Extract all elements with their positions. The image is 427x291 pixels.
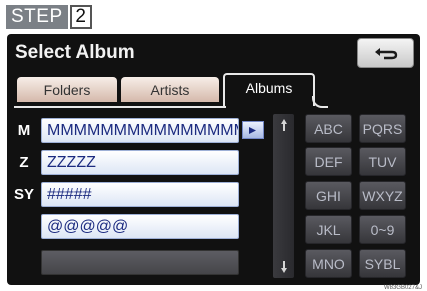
play-arrow-icon [249,126,256,134]
index-letter-z: Z [19,154,29,171]
album-item-3[interactable]: ##### [41,182,239,207]
chevron-down-icon [280,261,287,273]
image-code-watermark: W83GB027&J [381,285,424,291]
tab-divider [14,106,226,108]
step-label: STEP 2 [6,4,92,30]
album-detail-button[interactable] [242,121,264,139]
tab-albums[interactable]: Albums [223,73,315,106]
key-def[interactable]: DEF [305,147,352,176]
step-word: STEP [6,5,68,29]
tab-artists[interactable]: Artists [121,77,219,102]
key-ghi[interactable]: GHI [305,181,352,210]
scroll-down-button[interactable] [273,256,294,278]
key-tuv[interactable]: TUV [359,147,406,176]
index-letter-m: M [17,122,31,139]
album-item-2[interactable]: ZZZZZ [41,150,239,175]
list-scrollbar[interactable] [273,114,294,278]
key-jkl[interactable]: JKL [305,215,352,244]
screen-title: Select Album [15,42,135,63]
album-item-1[interactable]: MMMMMMMMMMMMMMM [41,118,239,143]
step-number: 2 [69,5,92,29]
key-wxyz[interactable]: WXYZ [359,181,406,210]
key-0-9[interactable]: 0~9 [359,215,406,244]
key-mno[interactable]: MNO [305,249,352,278]
scroll-up-button[interactable] [273,114,294,136]
key-pqrs[interactable]: PQRS [359,114,406,143]
tab-folders-label: Folders [43,81,91,98]
tab-albums-corner [312,96,328,108]
back-button[interactable] [357,38,414,68]
return-arrow-icon [374,48,397,60]
album-item-4[interactable]: @@@@@ [41,214,239,239]
tab-folders[interactable]: Folders [17,77,117,102]
navigation-screen: Select Album Folders Artists Albums M MM… [7,34,420,285]
key-sybl[interactable]: SYBL [359,249,406,278]
index-letter-sy: SY [13,186,34,203]
album-item-5 [41,250,239,275]
key-abc[interactable]: ABC [305,114,352,143]
tab-artists-label: Artists [150,81,190,98]
chevron-up-icon [280,119,287,131]
tab-albums-label: Albums [245,80,293,96]
